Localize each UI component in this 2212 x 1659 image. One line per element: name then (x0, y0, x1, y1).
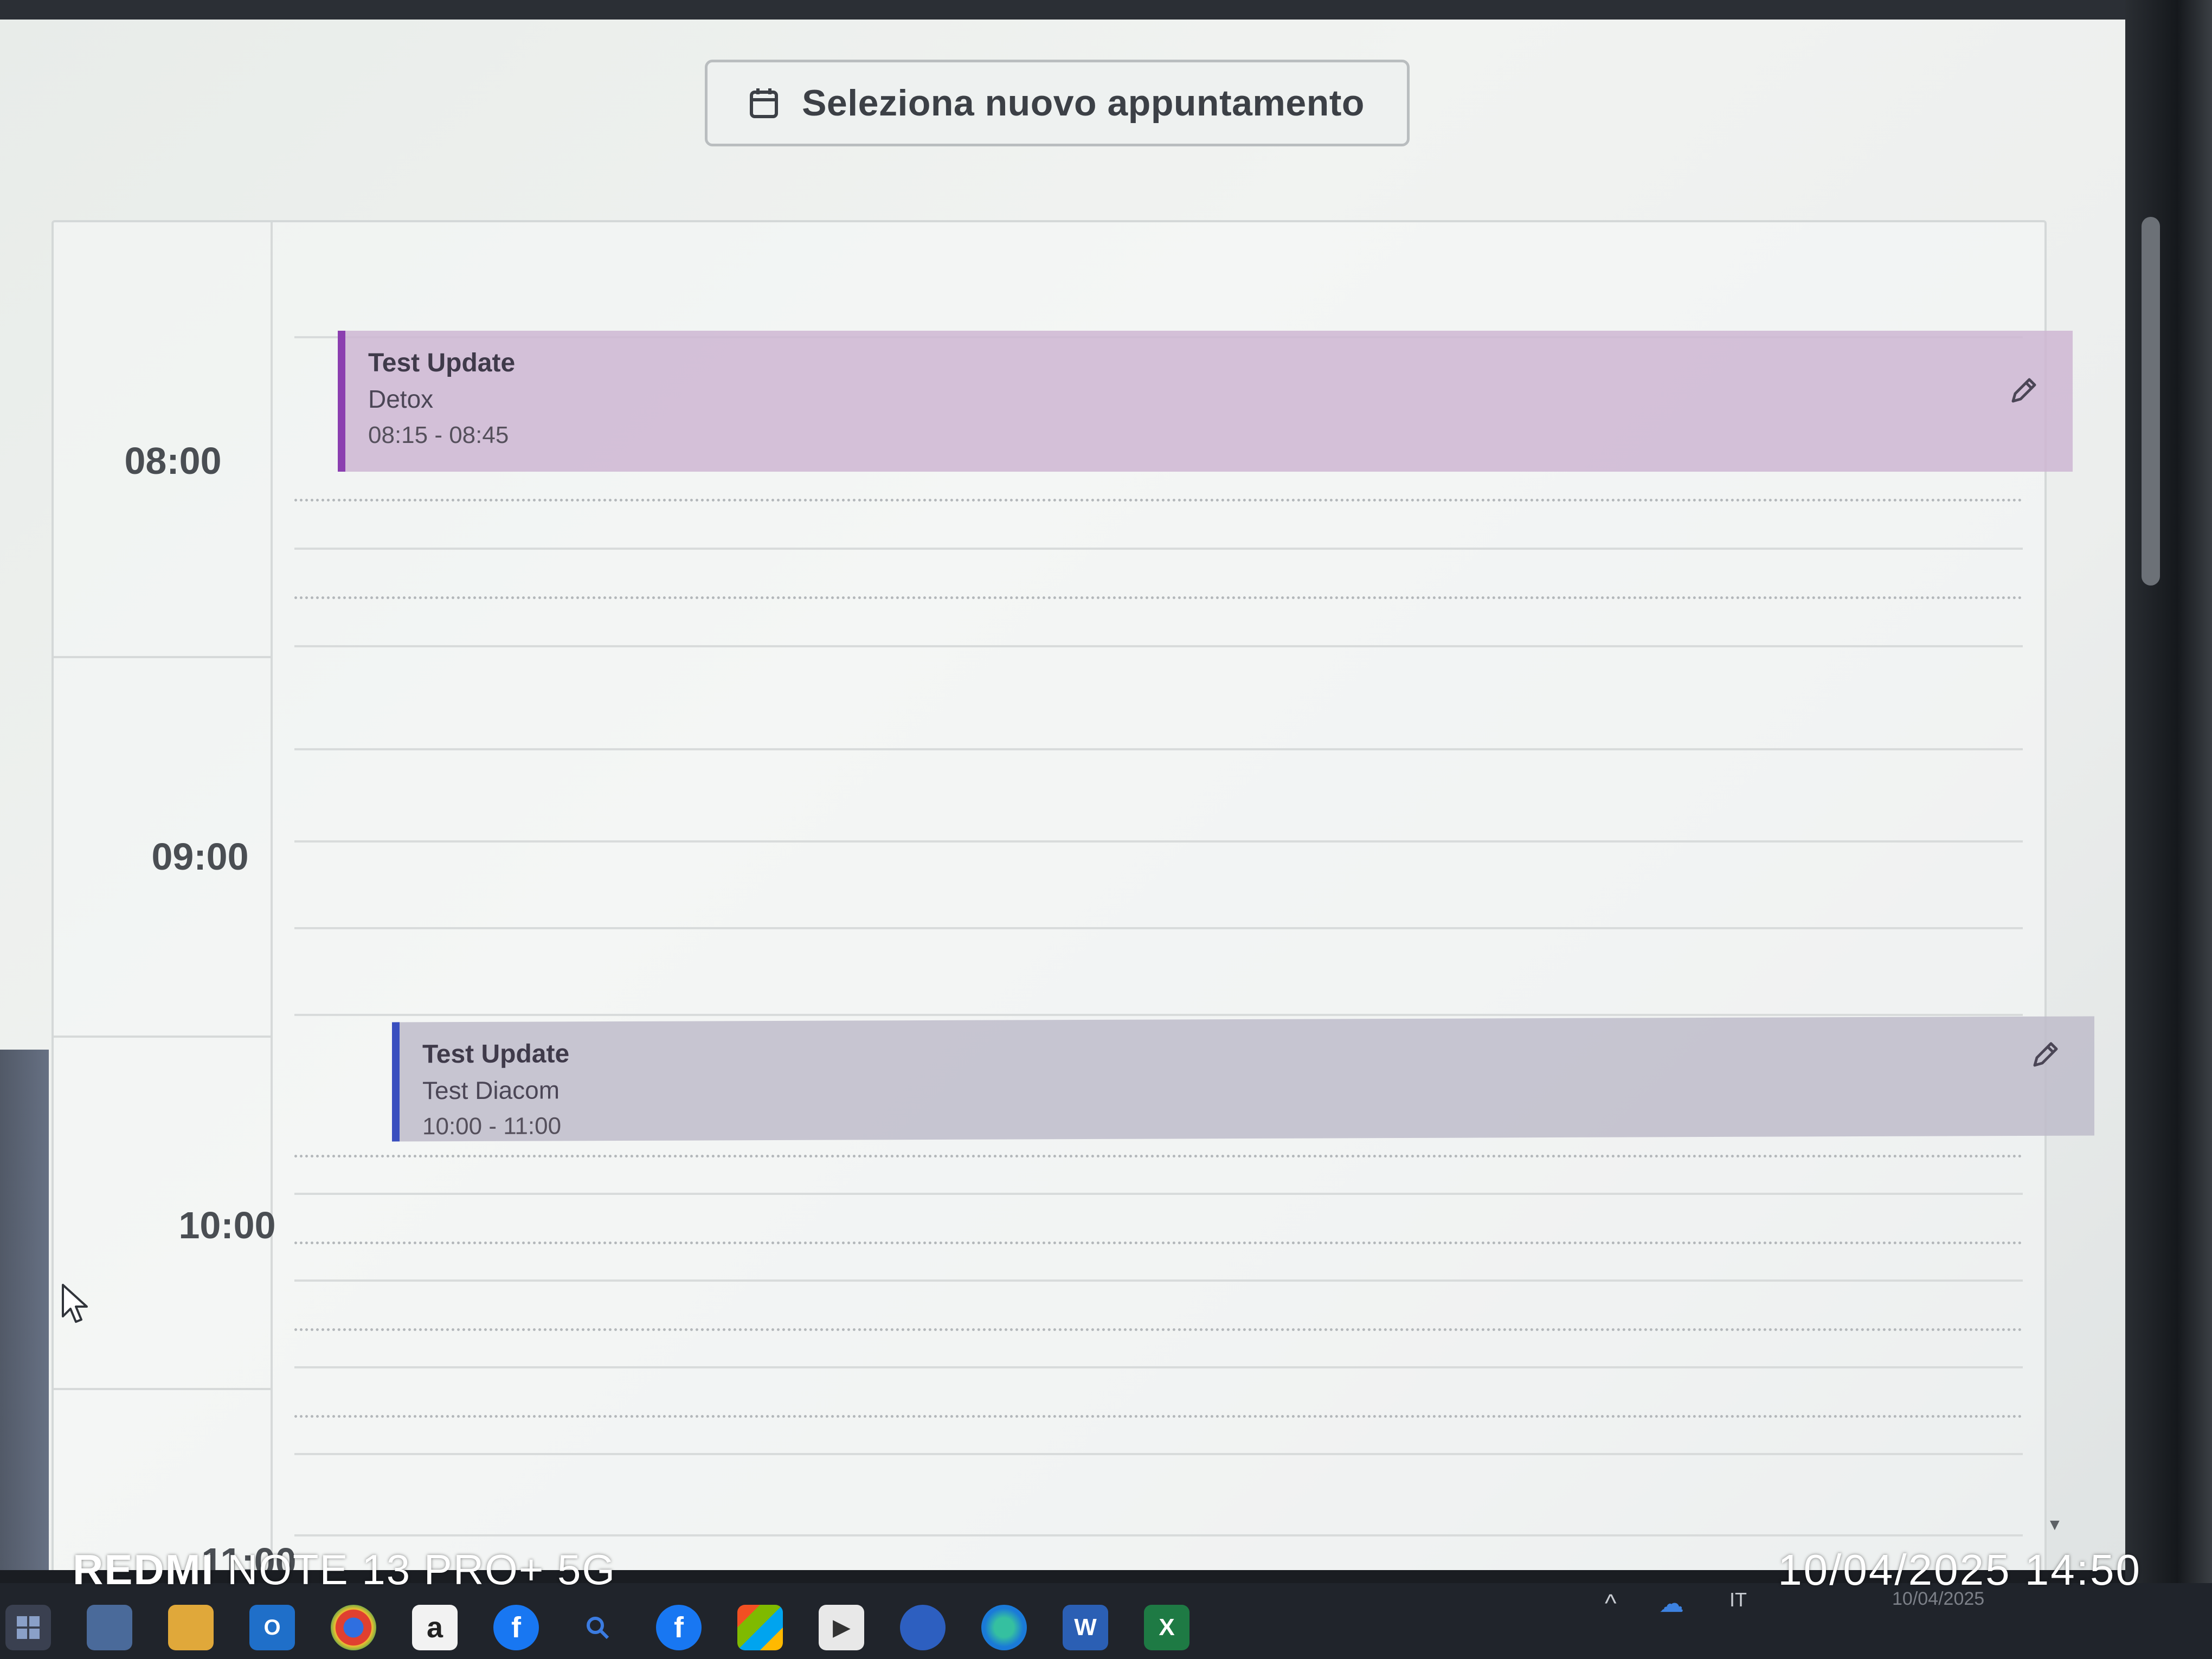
scroll-down-arrow-icon[interactable]: ▼ (2047, 1516, 2063, 1534)
hour-divider (54, 1388, 271, 1390)
facebook-icon[interactable]: f (493, 1605, 539, 1650)
camera-model: NOTE 13 PRO+ 5G (227, 1546, 616, 1593)
onedrive-icon[interactable]: ☁ (1659, 1589, 1684, 1618)
monitor-bezel-right (2125, 0, 2212, 1659)
appointment-card[interactable]: Test Update Detox 08:15 - 08:45 (338, 331, 2073, 472)
appointment-service: Detox (368, 385, 434, 413)
time-column: 08:00 09:00 10:00 11:00 (54, 222, 297, 1570)
time-slot-grid[interactable]: Test Update Detox 08:15 - 08:45 Test Upd… (273, 222, 2094, 1570)
camera-watermark: REDMI NOTE 13 PRO+ 5G (73, 1545, 616, 1594)
appointment-title: Test Update (368, 349, 516, 377)
camera-brand: REDMI (73, 1546, 215, 1593)
slot-line (294, 1014, 2023, 1016)
appointment-time: 10:00 - 11:00 (422, 1113, 562, 1140)
hour-divider (54, 1036, 271, 1038)
start-icon[interactable] (5, 1605, 51, 1650)
word-icon[interactable]: W (1063, 1605, 1108, 1650)
photo-timestamp: 10/04/2025 14:50 (1778, 1546, 2142, 1594)
new-appointment-label: Seleziona nuovo appuntamento (802, 82, 1365, 124)
outlook-icon[interactable]: O (249, 1605, 295, 1650)
slot-line (294, 1453, 2023, 1455)
hour-label-09: 09:00 (151, 835, 249, 878)
media-player-icon[interactable]: ▶ (819, 1605, 864, 1650)
amazon-icon[interactable]: a (412, 1605, 458, 1650)
mouse-cursor-icon (61, 1283, 93, 1326)
slot-line (294, 927, 2023, 929)
slot-line (294, 748, 2023, 750)
chevron-up-icon[interactable]: ^ (1605, 1589, 1617, 1618)
appointment-time: 08:15 - 08:45 (368, 422, 509, 448)
slot-line (294, 1279, 2023, 1282)
new-appointment-button[interactable]: Seleziona nuovo appuntamento (705, 60, 1410, 146)
slot-line-dotted (294, 1328, 2023, 1331)
slot-line (294, 840, 2023, 843)
search-icon[interactable] (575, 1605, 620, 1650)
calendar-icon (750, 88, 779, 118)
widgets-icon[interactable] (87, 1605, 132, 1650)
slot-line-dotted (294, 499, 2023, 501)
file-explorer-icon[interactable] (168, 1605, 214, 1650)
appointment-card[interactable]: Test Update Test Diacom 10:00 - 11:00 (392, 1016, 2094, 1142)
pencil-icon[interactable] (2029, 1038, 2062, 1071)
slot-line (294, 1366, 2023, 1368)
hour-label-08: 08:00 (124, 440, 222, 482)
slot-line (294, 645, 2023, 647)
microsoft-store-icon[interactable] (737, 1605, 783, 1650)
slot-line-dotted (294, 596, 2023, 599)
appointment-service: Test Diacom (422, 1076, 560, 1105)
slot-line-dotted (294, 1155, 2023, 1158)
chrome-icon[interactable] (331, 1605, 376, 1650)
monitor-bezel-top (0, 0, 2212, 20)
slot-line-dotted (294, 1242, 2023, 1244)
hour-divider (54, 656, 271, 658)
slot-line (294, 1534, 2023, 1536)
language-indicator[interactable]: IT (1729, 1589, 1747, 1611)
excel-icon[interactable]: X (1144, 1605, 1189, 1650)
appointment-title: Test Update (422, 1039, 570, 1069)
background-window-edge (0, 1050, 49, 1570)
scrollbar-thumb[interactable] (2142, 217, 2160, 586)
edge-icon[interactable] (981, 1605, 1027, 1650)
slot-line-dotted (294, 1415, 2023, 1418)
teams-icon[interactable] (900, 1605, 946, 1650)
facebook-icon[interactable]: f (656, 1605, 702, 1650)
day-calendar: 08:00 09:00 10:00 11:00 Test Update Deto… (52, 220, 2094, 1570)
pencil-icon[interactable] (2008, 374, 2040, 407)
app-screen: Seleziona nuovo appuntamento 08:00 09:00… (0, 20, 2125, 1570)
slot-line (294, 1193, 2023, 1195)
slot-line (294, 548, 2023, 550)
